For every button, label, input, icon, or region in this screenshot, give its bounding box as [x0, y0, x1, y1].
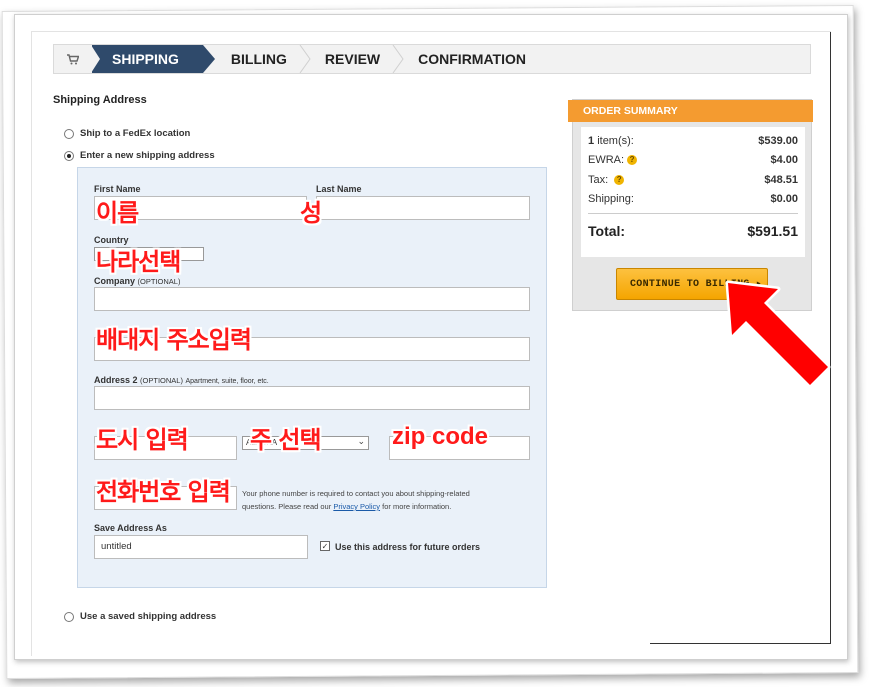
step-review-label: REVIEW — [324, 51, 381, 67]
annotation-zip: zip code — [392, 423, 489, 450]
summary-ewra-label: EWRA:? — [588, 154, 638, 166]
order-summary-title: ORDER SUMMARY — [568, 100, 813, 122]
summary-ewra-value: $4.00 — [770, 154, 798, 166]
step-confirmation-label: CONFIRMATION — [418, 51, 526, 67]
address2-label-text: Address 2 — [94, 375, 138, 385]
step-review: REVIEW — [305, 45, 404, 73]
privacy-policy-link[interactable]: Privacy Policy — [333, 502, 380, 511]
address2-input[interactable] — [94, 386, 530, 410]
summary-items-count: 1 — [588, 135, 595, 147]
annotation-last-name: 성 — [300, 199, 322, 227]
summary-items-text: item(s): — [597, 135, 634, 147]
cart-icon[interactable] — [54, 45, 92, 73]
order-summary-body: 1 item(s): $539.00 EWRA:? $4.00 Tax: ? $… — [581, 127, 805, 257]
phone-note-line1: Your phone number is required to contact… — [242, 489, 470, 498]
future-orders-label: Use this address for future orders — [335, 542, 481, 552]
summary-ewra-text: EWRA: — [588, 154, 625, 166]
radio-fedex-location[interactable]: Ship to a FedEx location — [64, 128, 190, 139]
chevron-down-icon: ⌄ — [357, 436, 365, 446]
annotation-first-name: 이름 — [96, 199, 139, 227]
phone-note-line2: questions. Please read our — [242, 502, 332, 511]
radio-new-label: Enter a new shipping address — [80, 150, 215, 161]
summary-divider — [588, 213, 798, 214]
radio-fedex-label: Ship to a FedEx location — [80, 128, 191, 139]
summary-items-value: $539.00 — [758, 135, 798, 147]
summary-tax-row: Tax: ? $48.51 — [588, 174, 798, 186]
summary-tax-text: Tax: — [588, 174, 609, 186]
summary-shipping-label: Shipping: — [588, 193, 634, 205]
radio-button[interactable] — [64, 128, 74, 139]
red-arrow-annotation — [725, 280, 831, 388]
future-orders-checkbox[interactable]: ✓ — [320, 541, 330, 551]
radio-saved-label: Use a saved shipping address — [80, 611, 217, 622]
annotation-country: 나라선택 — [96, 248, 181, 276]
summary-total-row: Total: $591.51 — [588, 223, 798, 239]
radio-new-address[interactable]: Enter a new shipping address — [64, 150, 215, 161]
save-address-label: Save Address As — [94, 523, 167, 533]
phone-note-line2-end: for more information. — [382, 502, 452, 511]
summary-items-label: 1 item(s): — [588, 135, 634, 147]
step-shipping-label: SHIPPING — [112, 51, 179, 67]
summary-items-row: 1 item(s): $539.00 — [588, 135, 798, 147]
annotation-state: 주 선택 — [250, 426, 322, 454]
annotation-address: 배대지 주소입력 — [96, 326, 252, 354]
summary-total-value: $591.51 — [747, 223, 798, 239]
step-confirmation: CONFIRMATION — [398, 45, 544, 73]
company-label: Company (OPTIONAL) — [94, 276, 180, 286]
address2-optional-tag: (OPTIONAL) — [140, 376, 183, 385]
last-name-input[interactable] — [316, 196, 530, 220]
summary-total-label: Total: — [588, 223, 626, 239]
page-border-bottom — [650, 643, 831, 644]
last-name-label: Last Name — [316, 184, 362, 194]
question-circle-icon[interactable]: ? — [627, 155, 638, 165]
question-circle-icon[interactable]: ? — [614, 175, 625, 185]
radio-button-selected[interactable] — [64, 150, 74, 161]
step-billing: BILLING — [203, 45, 311, 73]
summary-shipping-value: $0.00 — [770, 193, 798, 205]
phone-note: Your phone number is required to contact… — [242, 487, 534, 513]
summary-shipping-row: Shipping: $0.00 — [588, 193, 798, 205]
summary-tax-value: $48.51 — [764, 174, 798, 186]
address2-hint: Apartment, suite, floor, etc. — [185, 378, 269, 385]
company-optional-tag: (OPTIONAL) — [137, 277, 181, 286]
shipping-address-heading: Shipping Address — [53, 94, 147, 106]
summary-tax-label: Tax: ? — [588, 174, 625, 186]
radio-button[interactable] — [64, 611, 74, 622]
address2-label: Address 2 (OPTIONAL) Apartment, suite, f… — [94, 375, 269, 385]
radio-saved-address[interactable]: Use a saved shipping address — [64, 611, 216, 622]
checkout-steps: SHIPPING BILLING REVIEW CONFIRMATION — [53, 44, 811, 74]
annotation-city: 도시 입력 — [96, 426, 189, 454]
annotation-phone: 전화번호 입력 — [96, 478, 231, 506]
step-billing-label: BILLING — [230, 51, 287, 67]
save-address-input[interactable]: untitled — [94, 535, 308, 559]
summary-ewra-row: EWRA:? $4.00 — [588, 154, 798, 166]
step-shipping: SHIPPING — [91, 45, 215, 73]
company-label-text: Company — [94, 276, 136, 286]
company-input[interactable] — [94, 287, 530, 311]
